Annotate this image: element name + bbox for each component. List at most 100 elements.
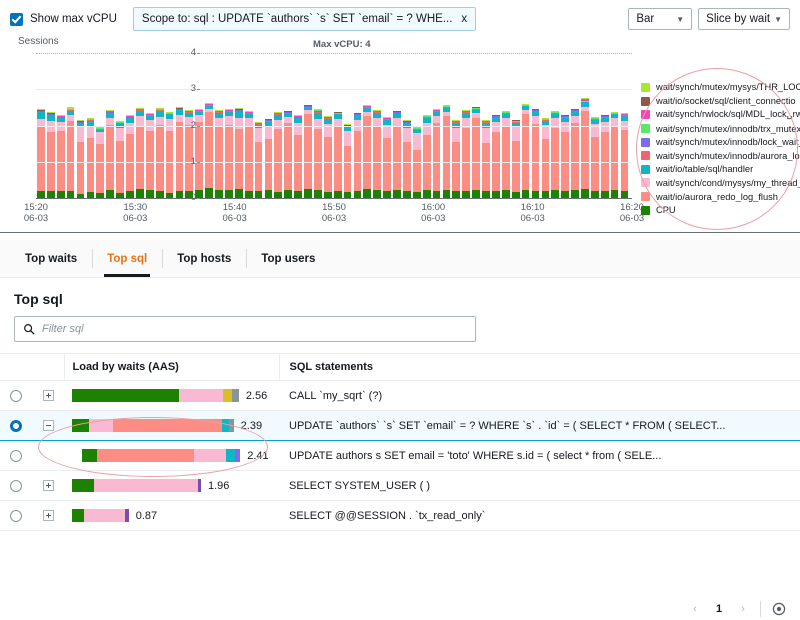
row-radio-button[interactable] [10,480,22,492]
chart-bar-segment [611,190,619,198]
row-radio-button[interactable] [10,510,22,522]
sql-statement-wrapper: SELECT @@SESSION . `tx_read_only` [279,510,800,522]
chart-bar-segment [146,190,154,198]
row-load-cell: 2.41 [64,441,279,471]
chart-bar-segment [304,189,312,198]
row-expand-toggle[interactable] [43,390,54,401]
row-select-cell[interactable] [0,441,32,471]
chart-bar-segment [443,116,451,189]
legend-item[interactable]: wait/synch/mutex/innodb/lock_wait_m [641,135,800,149]
table-settings-button[interactable] [768,598,790,620]
row-expand-toggle[interactable] [43,510,54,521]
sql-statement-text[interactable]: UPDATE `authors` `s` SET `email` = ? WHE… [289,420,725,432]
row-expand-cell[interactable] [32,441,64,471]
show-max-vcpu-checkbox[interactable] [10,13,23,26]
tab-top-users[interactable]: Top users [246,240,330,277]
legend-item[interactable]: wait/io/socket/sql/client_connectio [641,95,800,109]
legend-item[interactable]: wait/synch/mutex/mysys/THR_LOCK␣mu [641,81,800,95]
chart-x-tick-date: 06-03 [322,213,346,224]
chart-bar-segment [255,142,263,191]
chart-bar-segment [136,189,144,198]
row-select-cell[interactable] [0,411,32,441]
pagination-next-button[interactable]: › [733,599,753,619]
chart-bar-segment [472,118,480,190]
chart-bar-segment [265,190,273,198]
chart-y-tick-mark [197,126,200,127]
row-select-cell[interactable] [0,501,32,531]
load-value: 0.87 [136,510,157,522]
chart-bar-segment [274,129,282,192]
chart-x-tick: 15:5006-03 [322,202,346,224]
row-expand-cell[interactable] [32,471,64,501]
scope-filter-pill[interactable]: Scope to: sql : UPDATE `authors` `s` SET… [133,7,476,31]
row-expand-toggle[interactable] [43,420,54,431]
pagination-prev-button[interactable]: ‹ [685,599,705,619]
show-max-vcpu-checkbox-wrapper[interactable]: Show max vCPU [10,13,117,26]
sql-statement-text[interactable]: CALL `my_sqrt` (?) [289,390,382,402]
search-input[interactable]: Filter sql [14,316,476,342]
row-select-cell[interactable] [0,471,32,501]
chart-bar-segment [344,146,352,192]
tab-top-waits[interactable]: Top waits [10,240,92,277]
row-radio-button[interactable] [10,450,22,462]
row-expand-cell[interactable] [32,501,64,531]
table-row[interactable]: 0.87 SELECT @@SESSION . `tx_read_only` [0,501,800,531]
sql-statement-text[interactable]: SELECT @@SESSION . `tx_read_only` [289,510,485,522]
table-row[interactable]: 1.96 SELECT SYSTEM_USER ( ) [0,471,800,501]
chart-bar-segment [591,137,599,191]
gear-icon [772,602,786,616]
row-radio-button[interactable] [10,420,22,432]
chart-bar-segment [344,131,352,146]
legend-color-swatch [641,178,650,187]
load-bar-segment [229,419,234,432]
table-row[interactable]: 2.39UPDATE `authors` `s` SET `email` = ?… [0,411,800,441]
row-load-cell: 1.96 [64,471,279,501]
legend-item[interactable]: CPU [641,203,800,217]
legend-item[interactable]: wait/synch/mutex/innodb/aurora_lock [641,149,800,163]
chart-bar-segment [67,121,75,191]
load-bar [72,479,201,492]
legend-label: wait/synch/cond/mysys/my_thread_var [656,178,800,188]
legend-item[interactable]: wait/io/table/sql/handler [641,163,800,177]
legend-label: wait/synch/rwlock/sql/MDL_lock␣rwl [656,109,800,120]
chart-bar-segment [413,150,421,192]
load-bar-segment [235,449,240,462]
pagination-page-1[interactable]: 1 [709,599,729,619]
chart-bar-segment [314,190,322,198]
legend-item[interactable]: wait/synch/mutex/innodb/trx_mutex [641,122,800,136]
chart-bar-segment [334,127,342,190]
chart-bar-segment [294,135,302,191]
legend-label: wait/synch/mutex/innodb/aurora_lock [656,151,800,161]
scope-filter-remove-icon[interactable]: x [461,13,467,25]
chart-gridline [36,126,632,127]
chart-bar-segment [373,127,381,191]
chart-bar-segment [87,138,95,192]
row-select-cell[interactable] [0,381,32,411]
chart-type-dropdown[interactable]: Bar ▼ [628,8,692,30]
chart-bar-segment [47,191,55,198]
chart-bar-segment [403,128,411,142]
legend-item[interactable]: wait/synch/cond/mysys/my_thread_var [641,176,800,190]
load-bar-segment [125,509,128,522]
load-value: 1.96 [208,480,229,492]
tab-top-sql[interactable]: Top sql [92,240,162,277]
chart-bar-segment [551,190,559,198]
chart-bar-segment [363,189,371,198]
chart-bar-segment [205,112,213,187]
table-row[interactable]: 2.56CALL `my_sqrt` (?) [0,381,800,411]
row-radio-button[interactable] [10,390,22,402]
legend-item[interactable]: wait/synch/rwlock/sql/MDL_lock␣rwl [641,108,800,122]
legend-color-swatch [641,83,650,92]
row-expand-toggle[interactable] [43,480,54,491]
tab-top-hosts[interactable]: Top hosts [162,240,246,277]
slice-by-dropdown[interactable]: Slice by wait ▼ [698,8,790,30]
sql-statement-text[interactable]: SELECT SYSTEM_USER ( ) [289,480,430,492]
sql-statement-text[interactable]: UPDATE authors s SET email = 'toto' WHER… [289,450,661,462]
row-expand-cell[interactable] [32,381,64,411]
row-expand-cell[interactable] [32,411,64,441]
table-row[interactable]: 2.41 UPDATE authors s SET email = 'toto' … [0,441,800,471]
pagination-controls[interactable]: ‹ 1 › [685,598,790,620]
legend-item[interactable]: wait/io/aurora_redo_log_flush [641,190,800,204]
detail-tabs[interactable]: Top waitsTop sqlTop hostsTop users [0,240,800,277]
sql-statement-wrapper: UPDATE `authors` `s` SET `email` = ? WHE… [279,420,800,432]
